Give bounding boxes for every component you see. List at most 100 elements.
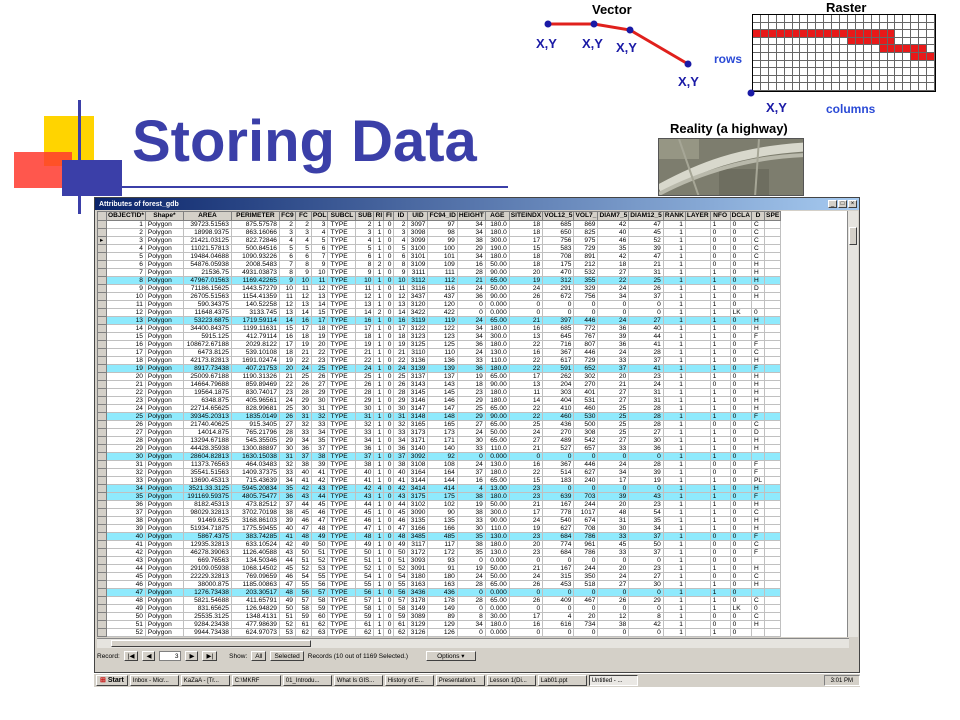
- row-selector[interactable]: [97, 379, 107, 389]
- table-row[interactable]: 40 Polygon 5867.4375 383.74285 41 48 49 TYPE 48 1…: [97, 531, 782, 541]
- start-button[interactable]: ⊞ Start: [96, 675, 128, 686]
- column-header[interactable]: RI: [373, 211, 385, 221]
- column-header[interactable]: SPE: [764, 211, 782, 221]
- table-row[interactable]: 48 Polygon 5821.54688 411.65791 49 57 58 TYPE 57…: [97, 595, 782, 605]
- table-row[interactable]: 41 Polygon 12935.32813 633.10524 42 49 50 TYPE 4…: [97, 539, 782, 549]
- table-row[interactable]: 20 Polygon 25009.67188 1190.31326 21 25 26 TYPE…: [97, 371, 782, 381]
- column-header[interactable]: SUBCL: [327, 211, 357, 221]
- row-selector[interactable]: [97, 323, 107, 333]
- taskbar-task[interactable]: Untitled - ...: [588, 675, 638, 686]
- table-row[interactable]: 52 Polygon 9944.73438 624.97073 53 62 63 TYPE 62…: [97, 627, 782, 637]
- row-selector[interactable]: [97, 539, 107, 549]
- row-selector[interactable]: [97, 435, 107, 445]
- row-selector[interactable]: [97, 259, 107, 269]
- row-selector[interactable]: [97, 459, 107, 469]
- table-row[interactable]: 50 Polygon 25535.3125 1348.4131 51 59 60 TYPE 59…: [97, 611, 782, 621]
- show-all-button[interactable]: All: [251, 651, 267, 661]
- row-selector[interactable]: [97, 315, 107, 325]
- table-row[interactable]: 21 Polygon 14664.79688 859.89469 22 26 27 TYPE 2…: [97, 379, 782, 389]
- horizontal-scrollbar[interactable]: [97, 638, 849, 648]
- row-selector[interactable]: [97, 483, 107, 493]
- column-header[interactable]: HEIGHT: [456, 211, 486, 221]
- row-selector[interactable]: [97, 395, 107, 405]
- column-header[interactable]: DIAM7_5: [597, 211, 630, 221]
- row-selector[interactable]: [97, 499, 107, 509]
- row-selector[interactable]: [97, 451, 107, 461]
- column-header[interactable]: DCLA: [729, 211, 752, 221]
- show-selected-button[interactable]: Selected: [270, 651, 304, 661]
- table-row[interactable]: 23 Polygon 6348.875 405.96561 24 29 30 TYPE 29 1 0…: [97, 395, 782, 405]
- column-header[interactable]: FC9: [278, 211, 296, 221]
- taskbar-task[interactable]: 01_Introdu...: [282, 675, 332, 686]
- column-header[interactable]: NFO: [709, 211, 731, 221]
- table-row[interactable]: 14 Polygon 34400.84375 1199.11631 15 17 18 TYPE…: [97, 323, 782, 333]
- table-row[interactable]: 13 Polygon 53223.6875 1719.59114 14 16 17 TYPE 1…: [97, 315, 782, 325]
- table-row[interactable]: 18 Polygon 42173.82813 1691.02474 19 22 23 TYPE…: [97, 355, 782, 365]
- table-row[interactable]: 51 Polygon 9284.23438 477.98639 52 61 62 TYPE 61…: [97, 619, 782, 629]
- table-row[interactable]: 26 Polygon 21740.40625 915.3405 27 32 33 TYPE 32…: [97, 419, 782, 429]
- column-header[interactable]: Shape*: [144, 211, 184, 221]
- row-selector[interactable]: [97, 555, 107, 565]
- table-row[interactable]: 2 Polygon 18998.9375 863.16066 3 3 4 TYPE 3 1 0 3 30…: [97, 227, 782, 237]
- table-row[interactable]: ▸ 3 Polygon 21421.03125 822.72846 4 4 5 TYPE 4 1 0 4…: [97, 235, 782, 245]
- vertical-scroll-thumb[interactable]: [849, 227, 857, 245]
- row-selector[interactable]: [97, 595, 107, 605]
- row-selector[interactable]: [97, 547, 107, 557]
- column-header[interactable]: POL: [310, 211, 329, 221]
- table-row[interactable]: 7 Polygon 21536.75 4931.03873 8 9 10 TYPE 9 1 0 9 31…: [97, 267, 782, 277]
- row-selector[interactable]: [97, 347, 107, 357]
- row-selector[interactable]: [97, 563, 107, 573]
- table-row[interactable]: 1 Polygon 39723.51563 875.57578 2 2 3 TYPE 2 1 0 2 3…: [97, 219, 782, 229]
- options-button[interactable]: Options ▾: [426, 651, 476, 661]
- column-header[interactable]: OBJECTID*: [106, 211, 146, 221]
- table-row[interactable]: 49 Polygon 831.65625 126.94829 50 58 59 TYPE 58 1…: [97, 603, 782, 613]
- column-header[interactable]: ID: [393, 211, 409, 221]
- row-selector[interactable]: [97, 523, 107, 533]
- row-selector[interactable]: [97, 291, 107, 301]
- minimize-button[interactable]: _: [828, 200, 837, 208]
- last-record-button[interactable]: ▶|: [202, 651, 218, 661]
- row-selector[interactable]: [97, 475, 107, 485]
- taskbar-task[interactable]: Presentation1: [435, 675, 485, 686]
- taskbar-task[interactable]: What Is GIS...: [333, 675, 383, 686]
- row-selector[interactable]: [97, 251, 107, 261]
- row-selector[interactable]: [97, 571, 107, 581]
- column-header[interactable]: SUB: [355, 211, 375, 221]
- table-row[interactable]: 44 Polygon 29109.05938 1068.14502 45 52 53 TYPE…: [97, 563, 782, 573]
- row-selector[interactable]: [97, 371, 107, 381]
- table-row[interactable]: 25 Polygon 39345.20313 1835.0149 26 31 32 TYPE 3…: [97, 411, 782, 421]
- row-selector[interactable]: [97, 283, 107, 293]
- row-selector[interactable]: [97, 443, 107, 453]
- taskbar-task[interactable]: C:\MKRF: [231, 675, 281, 686]
- column-header[interactable]: DIAM12_5: [628, 211, 664, 221]
- taskbar-task[interactable]: Lesson 1(Di...: [486, 675, 536, 686]
- table-row[interactable]: 22 Polygon 19564.1875 830.74017 23 28 29 TYPE 28…: [97, 387, 782, 397]
- table-row[interactable]: 19 Polygon 8917.73438 407.21753 20 24 25 TYPE 24…: [97, 363, 782, 373]
- row-selector[interactable]: [97, 515, 107, 525]
- table-row[interactable]: 5 Polygon 19484.04688 1090.93226 6 6 7 TYPE 6 1 0 6…: [97, 251, 782, 261]
- table-row[interactable]: 30 Polygon 28604.82813 1630.15038 31 37 38 TYPE…: [97, 451, 782, 461]
- table-row[interactable]: 39 Polygon 51934.71875 1775.59455 40 47 48 TYPE…: [97, 523, 782, 533]
- table-row[interactable]: 29 Polygon 44428.35938 1300.88897 30 36 37 TYPE…: [97, 443, 782, 453]
- column-header[interactable]: VOL12_5: [542, 211, 575, 221]
- row-selector[interactable]: [97, 587, 107, 597]
- table-row[interactable]: 24 Polygon 22714.65625 828.99681 25 30 31 TYPE 3…: [97, 403, 782, 413]
- column-header[interactable]: AGE: [484, 211, 510, 221]
- table-row[interactable]: 12 Polygon 11648.4375 3133.745 13 14 15 TYPE 14 2…: [97, 307, 782, 317]
- row-selector[interactable]: [97, 619, 107, 629]
- table-row[interactable]: 37 Polygon 98029.32813 3702.70198 38 45 46 TYPE…: [97, 507, 782, 517]
- vertical-scrollbar[interactable]: [847, 211, 858, 637]
- column-header[interactable]: VOL7_: [573, 211, 599, 221]
- row-selector[interactable]: [97, 627, 107, 637]
- column-header[interactable]: AREA: [182, 211, 232, 221]
- table-row[interactable]: 9 Polygon 71186.15625 1443.57279 10 11 12 TYPE 1…: [97, 283, 782, 293]
- table-row[interactable]: 42 Polygon 46278.39063 1126.40588 43 50 51 TYPE…: [97, 547, 782, 557]
- table-row[interactable]: 38 Polygon 91469.625 3168.86103 39 46 47 TYPE 46…: [97, 515, 782, 525]
- row-selector[interactable]: [97, 307, 107, 317]
- window-titlebar[interactable]: Attributes of forest_gdb _ □ ×: [95, 198, 859, 210]
- row-selector[interactable]: [97, 387, 107, 397]
- row-selector[interactable]: [97, 411, 107, 421]
- row-selector[interactable]: [97, 419, 107, 429]
- table-row[interactable]: 10 Polygon 26705.51563 1154.41359 11 12 13 TYPE…: [97, 291, 782, 301]
- row-selector[interactable]: [97, 243, 107, 253]
